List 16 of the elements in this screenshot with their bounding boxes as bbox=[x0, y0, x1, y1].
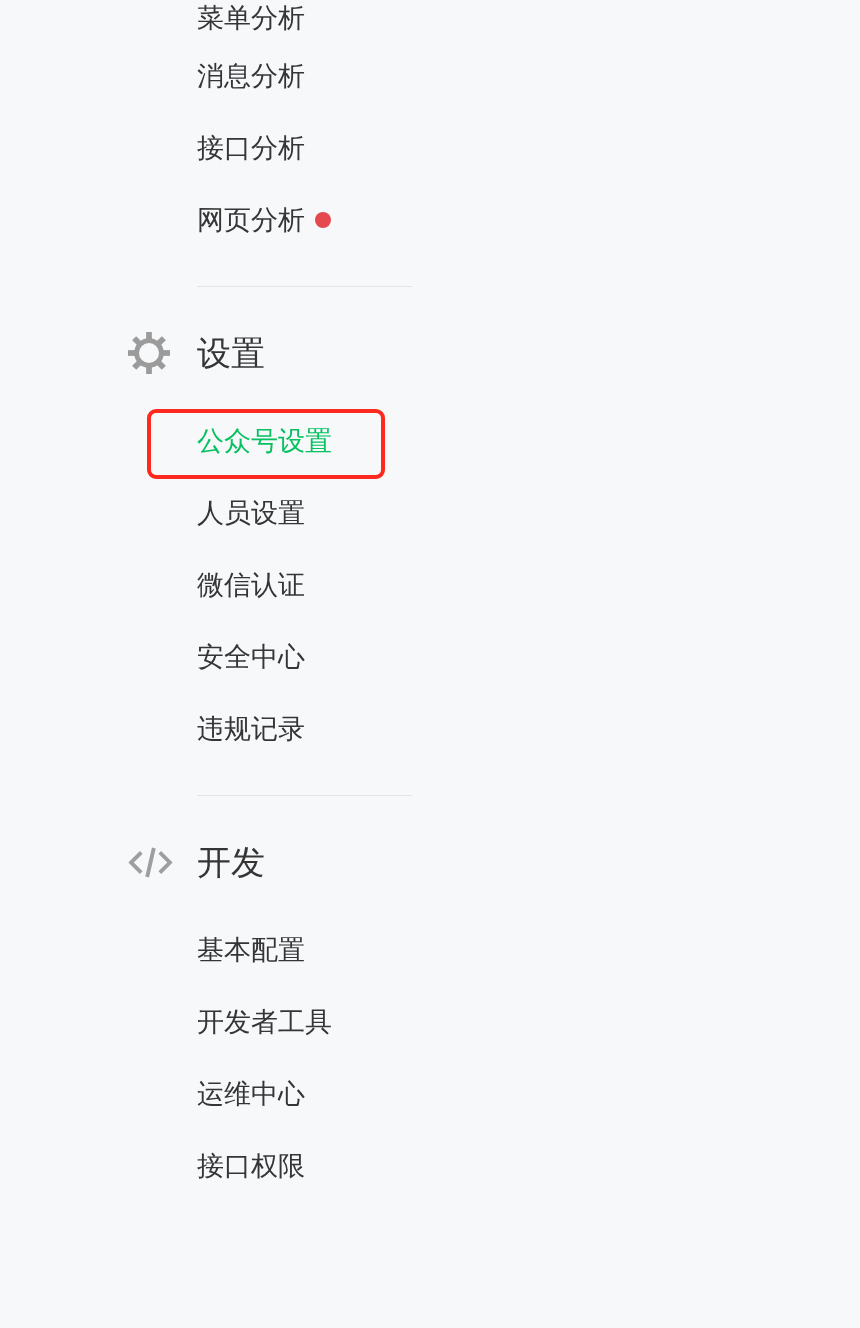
section-title: 设置 bbox=[197, 332, 265, 374]
menu-item[interactable]: 接口分析 bbox=[197, 130, 305, 166]
menu-item[interactable]: 违规记录 bbox=[197, 711, 305, 747]
menu-item[interactable]: 菜单分析 bbox=[197, 0, 305, 36]
menu-item[interactable]: 网页分析 bbox=[197, 202, 331, 238]
menu-item[interactable]: 开发者工具 bbox=[197, 1004, 332, 1040]
menu-item[interactable]: 微信认证 bbox=[197, 567, 305, 603]
menu-item[interactable]: 消息分析 bbox=[197, 58, 305, 94]
menu-item[interactable]: 人员设置 bbox=[197, 495, 305, 531]
section-title: 开发 bbox=[197, 841, 265, 883]
menu-item[interactable]: 运维中心 bbox=[197, 1076, 305, 1112]
menu-item[interactable]: 基本配置 bbox=[197, 932, 305, 968]
menu-item[interactable]: 安全中心 bbox=[197, 639, 305, 675]
settings-icon bbox=[128, 332, 170, 374]
menu-item[interactable]: 接口权限 bbox=[197, 1148, 305, 1184]
code-icon bbox=[128, 846, 173, 878]
